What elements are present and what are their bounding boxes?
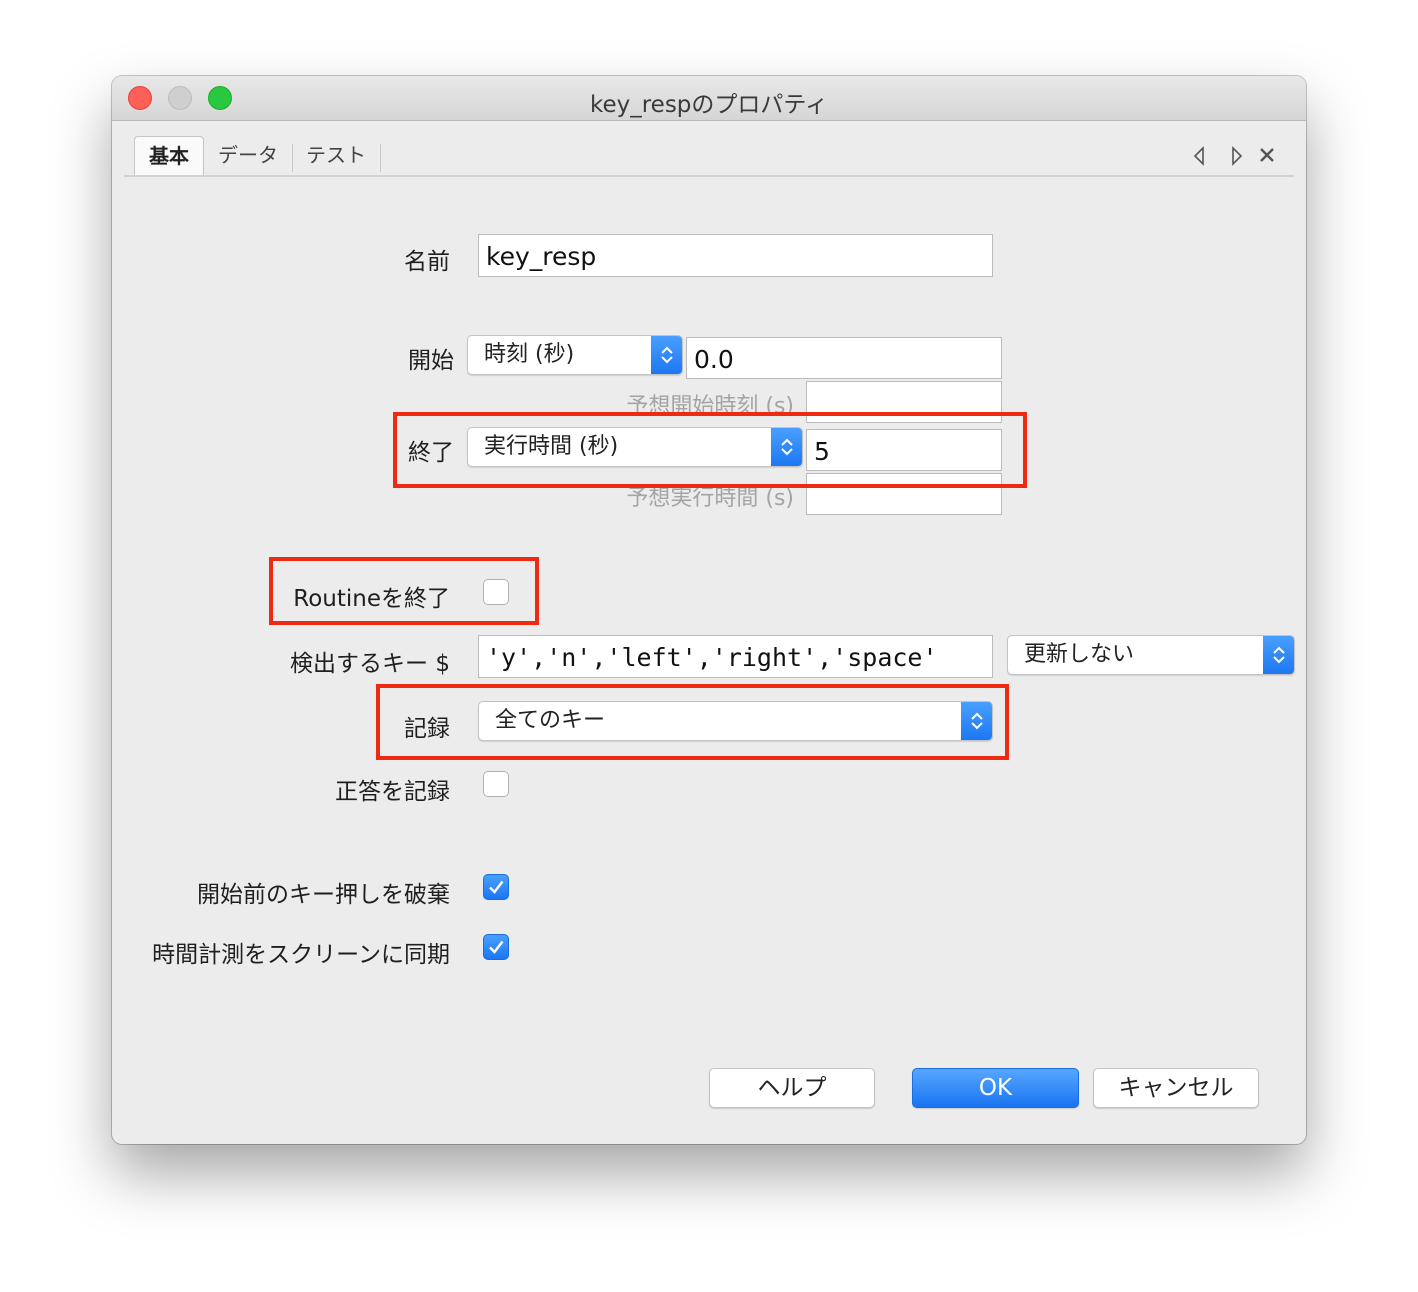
highlight-box-end-routine bbox=[269, 557, 539, 625]
updown-arrows-icon bbox=[1263, 636, 1294, 674]
highlight-box-store bbox=[376, 684, 1009, 760]
allowed-keys-update-value: 更新しない bbox=[1024, 642, 1135, 667]
tab-separator bbox=[380, 144, 381, 172]
start-label: 開始 bbox=[408, 348, 454, 374]
window-title: key_respのプロパティ bbox=[589, 92, 829, 118]
tab-data[interactable]: データ bbox=[210, 136, 286, 174]
tab-underline bbox=[124, 175, 1294, 177]
title-bar: key_respのプロパティ bbox=[112, 76, 1306, 121]
prev-tab-icon[interactable] bbox=[1192, 146, 1206, 169]
ok-button[interactable]: OK bbox=[912, 1068, 1079, 1108]
allowed-keys-label: 検出するキー $ bbox=[290, 651, 450, 677]
discard-previous-label: 開始前のキー押しを破棄 bbox=[197, 882, 450, 908]
checkmark-icon bbox=[489, 940, 504, 954]
updown-arrows-icon bbox=[651, 336, 682, 374]
start-value-field[interactable]: 0.0 bbox=[686, 337, 1002, 379]
name-field[interactable]: key_resp bbox=[478, 234, 993, 277]
allowed-keys-update-select[interactable]: 更新しない bbox=[1007, 635, 1295, 675]
discard-previous-checkbox[interactable] bbox=[483, 874, 509, 900]
name-label: 名前 bbox=[404, 249, 450, 275]
help-button[interactable]: ヘルプ bbox=[709, 1068, 875, 1108]
highlight-box-stop bbox=[393, 412, 1027, 488]
checkmark-icon bbox=[489, 880, 504, 894]
tab-basic[interactable]: 基本 bbox=[134, 136, 204, 175]
next-tab-icon[interactable] bbox=[1230, 146, 1244, 169]
tab-separator bbox=[292, 144, 293, 172]
allowed-keys-field[interactable]: 'y','n','left','right','space' bbox=[478, 635, 993, 678]
properties-dialog: key_respのプロパティ 基本 データ テスト 名前 key_resp 開始… bbox=[112, 76, 1306, 1144]
start-type-select[interactable]: 時刻 (秒) bbox=[467, 335, 683, 375]
cancel-button[interactable]: キャンセル bbox=[1093, 1068, 1259, 1108]
close-tab-icon[interactable] bbox=[1258, 146, 1276, 169]
store-correct-checkbox[interactable] bbox=[483, 771, 509, 797]
sync-screen-label: 時間計測をスクリーンに同期 bbox=[152, 942, 450, 968]
tab-test[interactable]: テスト bbox=[298, 136, 374, 174]
store-correct-label: 正答を記録 bbox=[335, 779, 450, 805]
start-type-value: 時刻 (秒) bbox=[484, 342, 575, 367]
sync-screen-checkbox[interactable] bbox=[483, 934, 509, 960]
